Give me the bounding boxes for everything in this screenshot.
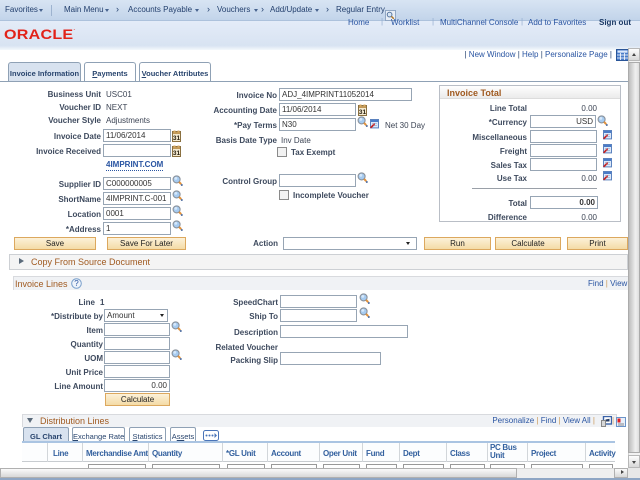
svg-text:31: 31 [173,135,181,142]
svg-text:31: 31 [359,109,367,116]
svg-text:?: ? [74,279,79,288]
svg-text:31: 31 [173,150,181,157]
